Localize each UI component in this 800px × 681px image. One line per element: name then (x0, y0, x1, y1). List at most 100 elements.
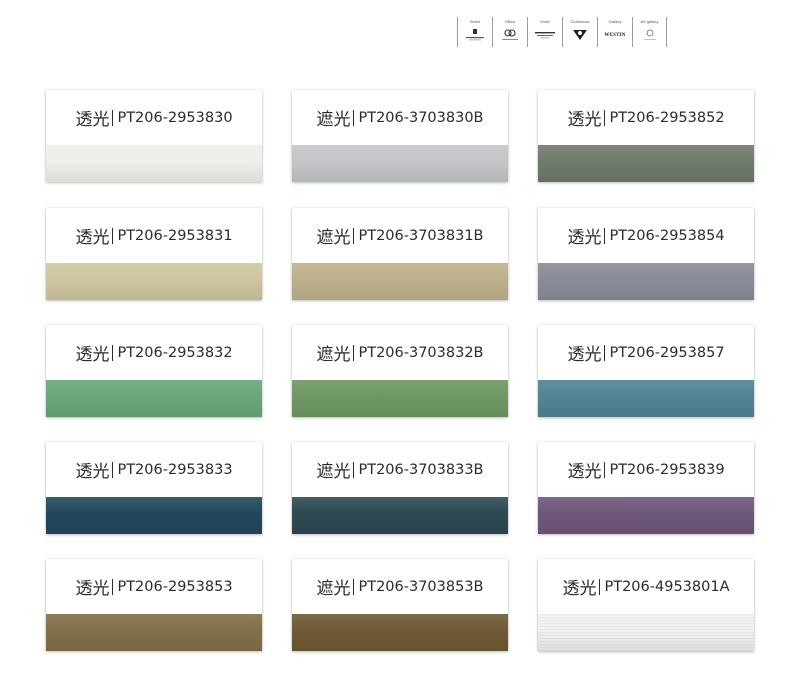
swatch-code: PT206-3703830B (358, 109, 484, 126)
swatch-type: 透光 (567, 228, 602, 248)
swatch-label: 透光 PT206-2953854 (538, 208, 754, 263)
swatch-type: 透光 (567, 462, 602, 482)
swatch-color (538, 614, 754, 651)
swatch-card[interactable]: 遮光 PT206-3703832B (292, 325, 508, 417)
swatch-card[interactable]: 透光 PT206-2953839 (538, 442, 754, 534)
swatch-code: PT206-3703853B (358, 578, 484, 595)
swatch-type: 透光 (75, 345, 110, 365)
swatch-type: 透光 (75, 579, 110, 599)
swatch-label: 遮光 PT206-3703833B (292, 442, 508, 497)
swatch-type: 透光 (75, 228, 110, 248)
courtyard-logo-icon (532, 28, 558, 42)
swatch-code: PT206-2953833 (117, 461, 233, 478)
separator (112, 109, 114, 126)
swatch-card[interactable]: 透光 PT206-2953853 (46, 559, 262, 651)
separator (599, 578, 601, 595)
category-hotel[interactable]: Hotel (527, 17, 562, 47)
clubhouse-logo-icon (567, 28, 593, 42)
swatch-color (538, 145, 754, 182)
category-label: Gallery (608, 19, 622, 24)
swatch-card[interactable]: 遮光 PT206-3703830B (292, 90, 508, 182)
swatch-code: PT206-2953831 (117, 227, 233, 244)
swatch-label: 透光 PT206-2953857 (538, 325, 754, 380)
separator (112, 344, 114, 361)
category-label: Home (469, 19, 481, 24)
separator (604, 461, 606, 478)
swatch-label: 遮光 PT206-3703830B (292, 90, 508, 145)
category-label: Hotel (540, 19, 550, 24)
category-office[interactable]: Office (492, 17, 527, 47)
category-clubhouse[interactable]: Clubhouse (562, 17, 597, 47)
mandarin-logo-icon (462, 28, 488, 42)
swatch-type: 透光 (75, 462, 110, 482)
swatch-card[interactable]: 透光 PT206-2953854 (538, 208, 754, 300)
swatch-color (46, 614, 262, 651)
swatch-label: 透光 PT206-2953839 (538, 442, 754, 497)
swatch-card[interactable]: 透光 PT206-2953852 (538, 90, 754, 182)
swatch-type: 透光 (562, 579, 597, 599)
swatch-color (46, 263, 262, 300)
separator (112, 461, 114, 478)
swatch-code: PT206-2953839 (609, 461, 725, 478)
swatch-card[interactable]: 透光 PT206-2953857 (538, 325, 754, 417)
swatch-code: PT206-2953830 (117, 109, 233, 126)
swatch-card[interactable]: 遮光 PT206-3703833B (292, 442, 508, 534)
swatch-card[interactable]: 透光 PT206-4953801A (538, 559, 754, 651)
swatch-color (538, 263, 754, 300)
swatch-color (292, 145, 508, 182)
swatch-color (292, 614, 508, 651)
swatch-label: 遮光 PT206-3703853B (292, 559, 508, 614)
separator (604, 109, 606, 126)
separator (112, 578, 114, 595)
art-gallery-logo-icon (637, 28, 663, 42)
swatch-type: 透光 (75, 110, 110, 130)
swatch-label: 透光 PT206-2953853 (46, 559, 262, 614)
category-art-gallery[interactable]: Art gallery (632, 17, 667, 47)
category-label: Office (504, 19, 516, 24)
swatch-color (46, 380, 262, 417)
separator (112, 227, 114, 244)
separator (353, 578, 355, 595)
swatch-color (292, 497, 508, 534)
swatch-type: 遮光 (316, 345, 351, 365)
separator (604, 344, 606, 361)
swatch-type: 遮光 (316, 228, 351, 248)
swatch-color (46, 145, 262, 182)
separator (604, 227, 606, 244)
category-strip: Home Office Hotel Clubhouse Gallery WEST… (457, 17, 667, 47)
swatch-card[interactable]: 遮光 PT206-3703831B (292, 208, 508, 300)
swatch-card[interactable]: 透光 PT206-2953832 (46, 325, 262, 417)
swatch-card[interactable]: 遮光 PT206-3703853B (292, 559, 508, 651)
category-label: Art gallery (640, 19, 659, 24)
ring-logo-icon (497, 28, 523, 42)
swatch-label: 透光 PT206-4953801A (538, 559, 754, 614)
swatch-code: PT206-3703833B (358, 461, 484, 478)
swatch-type: 遮光 (316, 462, 351, 482)
swatch-color (292, 380, 508, 417)
swatch-type: 透光 (567, 345, 602, 365)
category-gallery[interactable]: Gallery WESTIN (597, 17, 632, 47)
swatch-code: PT206-2953854 (609, 227, 725, 244)
swatch-code: PT206-2953832 (117, 344, 233, 361)
swatch-label: 透光 PT206-2953830 (46, 90, 262, 145)
separator (353, 344, 355, 361)
swatch-label: 遮光 PT206-3703831B (292, 208, 508, 263)
swatch-color (46, 497, 262, 534)
westin-logo-icon: WESTIN (602, 28, 628, 42)
swatch-code: PT206-2953852 (609, 109, 725, 126)
swatch-type: 遮光 (316, 110, 351, 130)
swatch-card[interactable]: 透光 PT206-2953833 (46, 442, 262, 534)
swatch-code: PT206-3703832B (358, 344, 484, 361)
category-label: Clubhouse (570, 19, 590, 24)
swatch-code: PT206-4953801A (604, 578, 730, 595)
swatch-type: 遮光 (316, 579, 351, 599)
category-home[interactable]: Home (457, 17, 492, 47)
swatch-code: PT206-2953857 (609, 344, 725, 361)
separator (353, 461, 355, 478)
swatch-label: 透光 PT206-2953833 (46, 442, 262, 497)
swatch-code: PT206-3703831B (358, 227, 484, 244)
swatch-card[interactable]: 透光 PT206-2953830 (46, 90, 262, 182)
swatch-color (538, 497, 754, 534)
westin-logo-text: WESTIN (604, 32, 626, 38)
swatch-card[interactable]: 透光 PT206-2953831 (46, 208, 262, 300)
